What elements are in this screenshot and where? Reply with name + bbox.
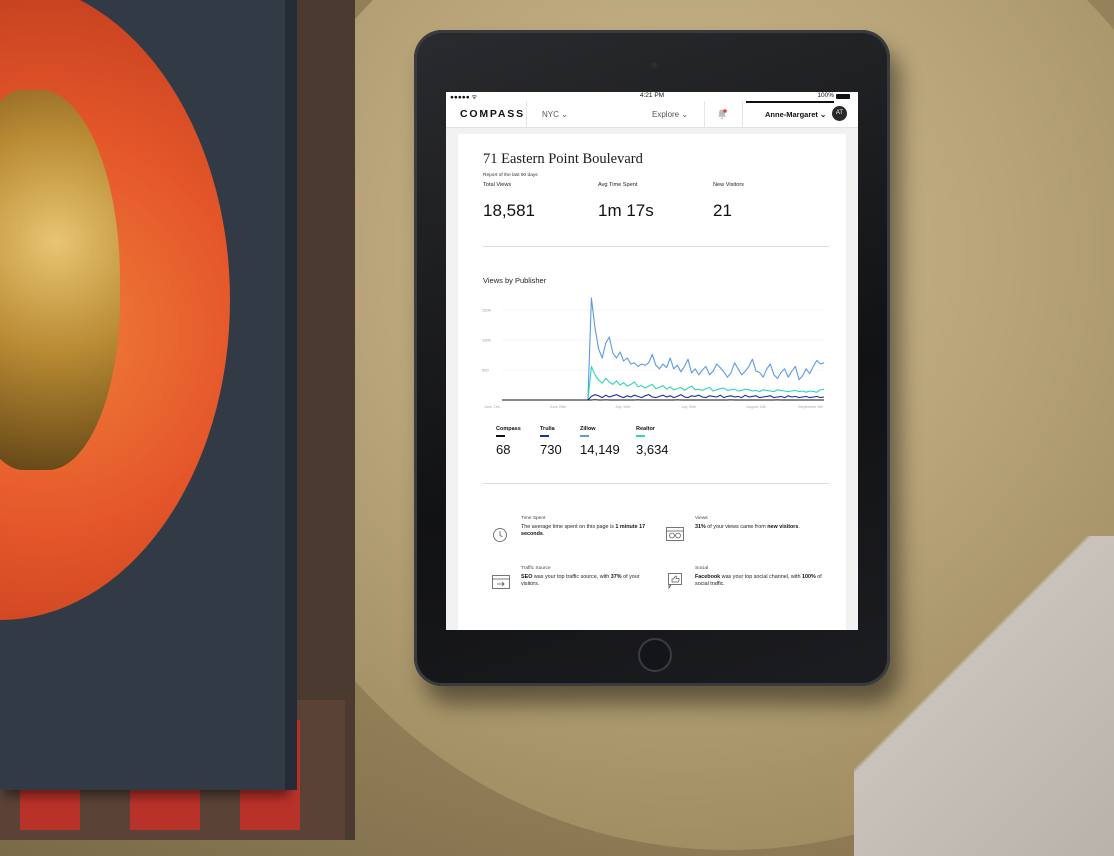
x-tick-label: June 26th — [550, 405, 567, 409]
stat-total-views: Total Views 18,581 — [483, 182, 535, 221]
floor — [854, 536, 1114, 856]
legend-trulia[interactable]: Trulia 730 — [540, 426, 562, 457]
clock-icon — [493, 528, 507, 542]
insight-traffic-source: Traffic Source SEO was your top traffic … — [521, 565, 656, 589]
legend-swatch — [540, 435, 549, 437]
traffic-source-icon — [492, 575, 510, 589]
legend-zillow[interactable]: Zillow 14,149 — [580, 426, 620, 457]
insight-highlight: SEO — [521, 573, 533, 580]
legend-swatch — [580, 435, 589, 437]
legend-realtor[interactable]: Realtor 3,634 — [636, 426, 669, 457]
insight-social: Social Facebook was your top social chan… — [695, 565, 835, 589]
insight-highlight: new visitors — [767, 523, 799, 530]
legend-compass[interactable]: Compass 68 — [496, 426, 521, 457]
battery-percent: 100% — [817, 92, 834, 99]
page-title: 71 Eastern Point Boulevard — [483, 151, 643, 167]
insight-highlight: Facebook — [695, 573, 721, 580]
status-time: 4:21 PM — [639, 92, 665, 99]
header-divider — [526, 101, 527, 127]
legend-total: 68 — [496, 442, 511, 457]
battery-icon — [836, 93, 850, 99]
analytics-card: 71 Eastern Point Boulevard Report of the… — [458, 134, 846, 630]
legend-label: Compass — [496, 426, 521, 432]
stat-label: New Visitors — [713, 182, 744, 188]
legend-total: 14,149 — [580, 442, 620, 457]
header-divider — [704, 101, 705, 127]
book-spine — [285, 0, 297, 790]
insight-text: Facebook was your top social channel, wi… — [695, 574, 835, 589]
x-tick-label: September 8th — [798, 405, 823, 409]
stat-value: 21 — [713, 201, 732, 220]
insight-text-part: of your views came from — [705, 523, 768, 530]
book-top — [0, 0, 285, 790]
status-bar: ●●●●● ᯤ 4:21 PM 100% — [446, 92, 858, 101]
home-button[interactable] — [638, 638, 672, 672]
insight-highlight: 31% — [695, 523, 706, 530]
stat-value: 18,581 — [483, 201, 535, 220]
stat-new-visitors: New Visitors 21 — [713, 182, 744, 221]
stat-avg-time: Avg Time Spent 1m 17s — [598, 182, 654, 221]
header-divider — [742, 101, 743, 127]
ipad-screen: ●●●●● ᯤ 4:21 PM 100% COMPASS NYC ⌄ Explo… — [446, 92, 858, 630]
insight-title: Social — [695, 566, 709, 571]
stat-value: 1m 17s — [598, 201, 654, 220]
insight-views: Views 31% of your views came from new vi… — [695, 515, 835, 531]
insight-text-part: . — [798, 523, 800, 530]
x-tick-label: August 11th — [746, 405, 766, 409]
x-tick-label: July 30th — [681, 405, 696, 409]
app-header: COMPASS NYC ⌄ Explore ⌄ Anne-Margaret ⌄ … — [446, 101, 858, 128]
avatar[interactable]: AT — [832, 106, 847, 121]
legend-swatch — [636, 435, 645, 437]
notification-bell-icon[interactable] — [716, 108, 728, 120]
insight-text-part: was your top social channel, with — [720, 573, 802, 580]
y-tick-label: 1500 — [482, 308, 492, 313]
legend-swatch — [496, 435, 505, 437]
insight-text: 31% of your views came from new visitors… — [695, 524, 835, 532]
legend-label: Zillow — [580, 426, 596, 432]
city-dropdown[interactable]: NYC ⌄ — [542, 110, 568, 119]
x-tick-label: July 10th — [615, 405, 630, 409]
insight-title: Traffic Source — [521, 566, 551, 571]
y-tick-label: 500 — [482, 368, 489, 373]
stat-label: Total Views — [483, 182, 512, 188]
section-divider — [483, 483, 829, 484]
insight-highlight: 100% — [801, 573, 816, 580]
camera — [651, 62, 657, 68]
active-user-indicator — [746, 101, 834, 103]
x-tick-label: June 11th — [484, 405, 500, 409]
battery-status: 100% — [817, 92, 850, 99]
legend-label: Realtor — [636, 426, 655, 432]
legend-total: 730 — [540, 442, 562, 457]
compass-logo[interactable]: COMPASS — [460, 108, 525, 120]
legend-label: Trulia — [540, 426, 555, 432]
insight-text-part: . — [542, 531, 545, 538]
stat-label: Avg Time Spent — [598, 182, 638, 188]
user-menu[interactable]: Anne-Margaret ⌄ — [765, 110, 826, 119]
ipad-device: ●●●●● ᯤ 4:21 PM 100% COMPASS NYC ⌄ Explo… — [414, 30, 890, 686]
social-thumbs-up-icon — [668, 573, 682, 590]
series-line-trulia[interactable] — [502, 394, 825, 401]
explore-dropdown[interactable]: Explore ⌄ — [652, 110, 688, 119]
y-tick-label: 1000 — [482, 338, 492, 343]
series-line-zillow[interactable] — [502, 297, 825, 401]
insight-title: Time Spent — [521, 516, 546, 521]
section-divider — [483, 246, 829, 247]
insight-text: SEO was your top traffic source, with 37… — [521, 574, 656, 589]
report-period-label: Report of the last 90 days — [483, 173, 538, 178]
insight-text: The average time spent on this page is 1… — [521, 524, 651, 539]
insight-time-spent: Time Spent The average time spent on thi… — [521, 515, 651, 539]
insight-title: Views — [695, 516, 708, 521]
views-by-publisher-chart: 500 1000 1500 June 11th June 26th July 10th Ju… — [482, 297, 825, 409]
insight-highlight: 37% — [610, 573, 622, 580]
legend-total: 3,634 — [636, 442, 669, 457]
insight-text-part: was your top traffic source, with — [532, 573, 611, 580]
insight-text-part: The average time spent on this page is — [521, 523, 616, 530]
views-glasses-icon — [666, 527, 684, 541]
